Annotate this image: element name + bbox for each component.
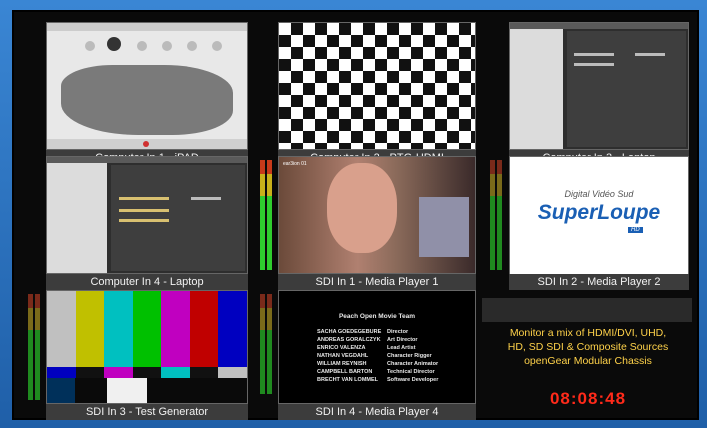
color-bar (47, 291, 76, 368)
face (327, 163, 397, 253)
tile-sdi-in-4[interactable]: Peach Open Movie Team SACHA GOEDEGEBURE D… (278, 290, 476, 420)
media-player-video: ear3ion 01 (278, 156, 476, 274)
color-bar (218, 291, 247, 368)
empty-panel (482, 298, 692, 322)
ipad-preview (46, 22, 248, 150)
clock-readout: 08:08:48 (549, 389, 627, 408)
tile-computer-in-1[interactable]: Computer In 1 - iPAD (46, 22, 248, 166)
tile-label: Computer In 4 - Laptop (46, 274, 248, 290)
color-bar (132, 291, 162, 368)
audio-meter (260, 160, 265, 270)
checkerboard-pattern (278, 22, 476, 150)
tile-label: SDI In 2 - Media Player 2 (509, 274, 689, 290)
audio-meter (267, 294, 272, 394)
clock-icon (107, 37, 121, 51)
laptop-desktop-preview (509, 22, 689, 150)
info-line: openGear Modular Chassis (524, 355, 652, 367)
audio-meter (497, 160, 502, 270)
hd-badge: HD (628, 227, 643, 233)
tile-computer-in-4[interactable]: Computer In 4 - Laptop (46, 156, 248, 290)
audio-meter (267, 160, 272, 270)
tile-label: SDI In 1 - Media Player 1 (278, 274, 476, 290)
laptop-desktop-preview (46, 156, 248, 274)
logo-top-text: Digital Vidéo Sud (564, 189, 634, 199)
audio-meter (35, 294, 40, 400)
credits-row: CAMPBELL BARTON Technical Director (317, 369, 435, 375)
tile-computer-in-3[interactable]: Computer In 3 - Laptop (509, 22, 689, 166)
movie-credits: Peach Open Movie Team SACHA GOEDEGEBURE D… (278, 290, 476, 404)
tile-sdi-in-3[interactable]: SDI In 3 - Test Generator (46, 290, 248, 420)
logo-main-text: SuperLoupe (537, 201, 661, 224)
tile-label: SDI In 4 - Media Player 4 (278, 404, 476, 420)
tile-computer-in-2[interactable]: Computer In 2 - PTG-HDMI (278, 22, 476, 166)
audio-meter (490, 160, 495, 270)
tile-label: SDI In 3 - Test Generator (46, 404, 248, 420)
world-map (61, 65, 233, 135)
credits-title: Peach Open Movie Team (338, 313, 416, 320)
color-bar (75, 291, 105, 368)
color-bars (46, 290, 248, 404)
color-bar (161, 291, 190, 368)
tile-sdi-in-1[interactable]: ear3ion 01 SDI In 1 - Media Player 1 (278, 156, 476, 290)
overlay-text: ear3ion 01 (283, 161, 307, 167)
color-bar (104, 291, 133, 368)
credits-row: SACHA GOEDEGEBURE Director (317, 329, 409, 335)
audio-meter (260, 294, 265, 394)
info-line: Monitor a mix of HDMI/DVI, UHD, (509, 327, 667, 339)
color-bar (189, 291, 219, 368)
credits-row: NATHAN VEGDAHL Character Rigger (317, 353, 432, 359)
audio-meter (28, 294, 33, 400)
superloupe-logo-screen: Digital Vidéo Sud SuperLoupe HD (509, 156, 689, 290)
credits-row: ANDREAS GORALCZYK Art Director (317, 337, 418, 343)
credits-row: ENRICO VALENZA Lead Artist (317, 345, 416, 351)
multiviewer-screen: Computer In 1 - iPAD Computer In 2 - PTG… (12, 10, 699, 420)
info-line: HD, SD SDI & Composite Sources (507, 341, 669, 353)
credits-row: WILLIAM REYNISH Character Animator (317, 361, 439, 367)
tile-sdi-in-2[interactable]: Digital Vidéo Sud SuperLoupe HD SDI In 2… (509, 156, 689, 290)
credits-row: BRECHT VAN LOMMEL Software Developer (317, 377, 439, 383)
